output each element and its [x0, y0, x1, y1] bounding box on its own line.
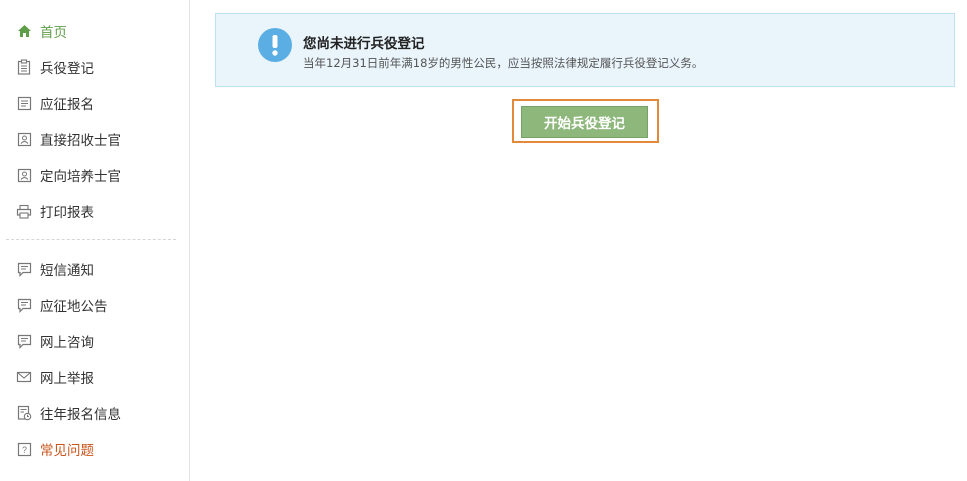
sidebar-item-label: 应征地公告	[40, 299, 108, 315]
svg-text:?: ?	[21, 445, 26, 455]
id-card-icon	[16, 131, 32, 147]
sidebar-item-label: 首页	[40, 25, 67, 41]
sidebar-item-print-reports[interactable]: 打印报表	[16, 199, 94, 223]
envelope-icon	[16, 369, 32, 385]
sidebar-item-faq[interactable]: ? 常见问题	[16, 437, 94, 461]
message-icon	[16, 297, 32, 313]
id-card-icon	[16, 167, 32, 183]
home-icon	[16, 23, 32, 39]
exclamation-icon	[258, 28, 292, 62]
sidebar-divider	[6, 239, 176, 240]
start-registration-button[interactable]: 开始兵役登记	[521, 106, 648, 138]
notice-text: 当年12月31日前年满18岁的男性公民，应当按照法律规定履行兵役登记义务。	[303, 56, 704, 70]
sidebar-item-label: 定向培养士官	[40, 169, 121, 185]
message-icon	[16, 261, 32, 277]
sidebar-item-label: 兵役登记	[40, 61, 94, 77]
sidebar-item-label: 短信通知	[40, 263, 94, 279]
sidebar-item-online-report[interactable]: 网上举报	[16, 365, 94, 389]
sidebar-item-online-consultation[interactable]: 网上咨询	[16, 329, 94, 353]
sidebar: 首页 兵役登记 应征报名 直接招收士官 定向培养士官 打印报表 短信通知 应征地…	[0, 0, 190, 481]
sidebar-item-past-signup-info[interactable]: 往年报名信息	[16, 401, 121, 425]
sidebar-item-military-registration[interactable]: 兵役登记	[16, 55, 94, 79]
question-icon: ?	[16, 441, 32, 457]
sidebar-item-sms-notification[interactable]: 短信通知	[16, 257, 94, 281]
sidebar-item-label: 直接招收士官	[40, 133, 121, 149]
clipboard-icon	[16, 59, 32, 75]
sidebar-item-enlistment-signup[interactable]: 应征报名	[16, 91, 94, 115]
history-icon	[16, 405, 32, 421]
sidebar-item-home[interactable]: 首页	[16, 19, 67, 43]
sidebar-item-label: 应征报名	[40, 97, 94, 113]
document-icon	[16, 95, 32, 111]
sidebar-item-label: 常见问题	[40, 443, 94, 459]
sidebar-item-label: 网上咨询	[40, 335, 94, 351]
sidebar-item-directed-nco-training[interactable]: 定向培养士官	[16, 163, 121, 187]
sidebar-item-label: 网上举报	[40, 371, 94, 387]
sidebar-item-enlistment-announcement[interactable]: 应征地公告	[16, 293, 108, 317]
sidebar-item-direct-nco-recruitment[interactable]: 直接招收士官	[16, 127, 121, 151]
sidebar-item-label: 往年报名信息	[40, 407, 121, 423]
notice-title: 您尚未进行兵役登记	[303, 36, 425, 52]
message-icon	[16, 333, 32, 349]
sidebar-item-label: 打印报表	[40, 205, 94, 221]
printer-icon	[16, 203, 32, 219]
registration-notice: 您尚未进行兵役登记 当年12月31日前年满18岁的男性公民，应当按照法律规定履行…	[215, 13, 955, 87]
